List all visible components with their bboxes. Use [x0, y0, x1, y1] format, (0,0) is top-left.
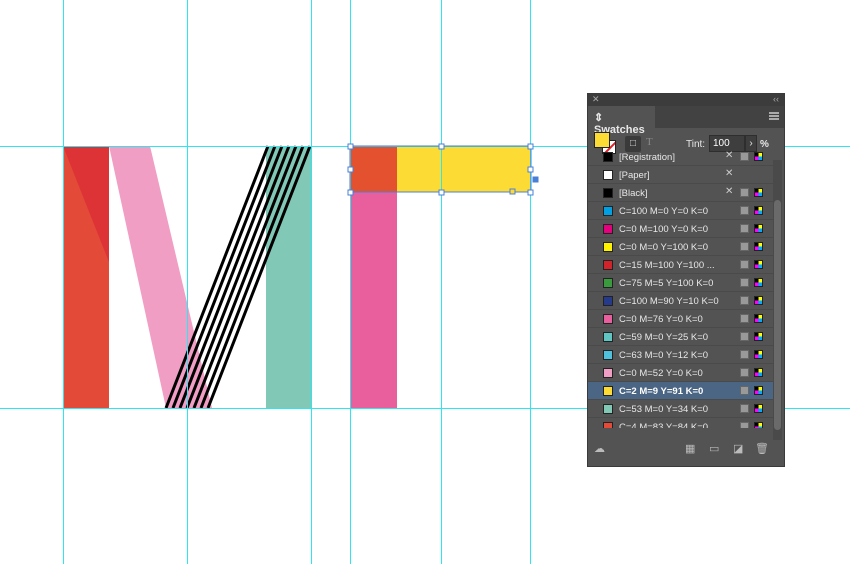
process-type-icon [740, 206, 749, 215]
swatch-row[interactable]: C=53 M=0 Y=34 K=0 [588, 400, 774, 418]
swatch-row[interactable]: C=0 M=100 Y=0 K=0 [588, 220, 774, 238]
new-swatch-icon[interactable]: ◪ [733, 442, 743, 455]
swatch-row[interactable]: C=15 M=100 Y=100 ... [588, 256, 774, 274]
swatch-color-chip [603, 260, 613, 270]
non-editable-icon: ✕ [725, 150, 734, 161]
process-type-icon [740, 350, 749, 359]
process-type-icon [740, 314, 749, 323]
cmyk-mode-icon [754, 332, 763, 341]
tab-swatches[interactable]: ⇕ Swatches [588, 106, 655, 136]
cmyk-mode-icon [754, 260, 763, 269]
swatch-color-chip [603, 242, 613, 252]
cmyk-mode-icon [754, 206, 763, 215]
swatch-color-chip [603, 188, 613, 198]
process-type-icon [740, 386, 749, 395]
swatch-name: C=100 M=0 Y=0 K=0 [619, 206, 709, 217]
swatch-color-chip [603, 332, 613, 342]
cmyk-mode-icon [754, 152, 763, 161]
swatch-row[interactable]: C=63 M=0 Y=12 K=0 [588, 346, 774, 364]
delete-swatch-icon[interactable]: 🗑 [755, 442, 769, 455]
cmyk-mode-icon [754, 278, 763, 287]
swatch-color-chip [603, 422, 613, 428]
cmyk-mode-icon [754, 368, 763, 377]
cmyk-mode-icon [754, 314, 763, 323]
swatch-row[interactable]: C=4 M=83 Y=84 K=0 [588, 418, 774, 428]
non-editable-icon: ✕ [725, 168, 734, 179]
swatch-color-chip [603, 152, 613, 162]
cmyk-mode-icon [754, 404, 763, 413]
swatch-name: [Black] [619, 188, 648, 199]
swatch-name: C=4 M=83 Y=84 K=0 [619, 422, 709, 428]
cc-libraries-icon[interactable]: ☁ [594, 442, 605, 455]
process-type-icon [740, 278, 749, 287]
swatch-row[interactable]: C=59 M=0 Y=25 K=0 [588, 328, 774, 346]
swatch-name: C=75 M=5 Y=100 K=0 [619, 278, 714, 289]
process-type-icon [740, 224, 749, 233]
fill-swatch[interactable] [594, 132, 610, 148]
swatch-name: C=0 M=52 Y=0 K=0 [619, 368, 703, 379]
process-type-icon [740, 422, 749, 428]
swatch-row[interactable]: C=100 M=90 Y=10 K=0 [588, 292, 774, 310]
close-icon[interactable]: ✕ [592, 94, 600, 105]
swatch-row[interactable]: C=0 M=76 Y=0 K=0 [588, 310, 774, 328]
swatch-color-chip [603, 350, 613, 360]
swatch-color-chip [603, 404, 613, 414]
process-type-icon [740, 188, 749, 197]
swatch-name: C=59 M=0 Y=25 K=0 [619, 332, 709, 343]
cmyk-mode-icon [754, 224, 763, 233]
swatch-name: C=0 M=76 Y=0 K=0 [619, 314, 703, 325]
swatch-row[interactable]: [Paper] ✕ [588, 166, 774, 184]
swatch-row[interactable]: C=75 M=5 Y=100 K=0 [588, 274, 774, 292]
cmyk-mode-icon [754, 422, 763, 428]
swatch-color-chip [603, 314, 613, 324]
process-type-icon [740, 296, 749, 305]
cmyk-mode-icon [754, 188, 763, 197]
swatch-name: C=100 M=90 Y=10 K=0 [619, 296, 719, 307]
swatch-row[interactable]: C=2 M=9 Y=91 K=0 [588, 382, 774, 400]
swatch-name: [Registration] [619, 152, 675, 163]
cmyk-mode-icon [754, 296, 763, 305]
cmyk-mode-icon [754, 386, 763, 395]
cmyk-mode-icon [754, 242, 763, 251]
swatch-name: [Paper] [619, 170, 650, 181]
panel-titlebar[interactable]: ✕ ‹‹ [588, 94, 784, 106]
swatch-color-chip [603, 386, 613, 396]
swatches-panel: ✕ ‹‹ ⇕ Swatches □ T Tint: 100 › % [Regist… [587, 93, 785, 467]
cmyk-mode-icon [754, 350, 763, 359]
swatch-name: C=53 M=0 Y=34 K=0 [619, 404, 709, 415]
process-type-icon [740, 332, 749, 341]
letter-t[interactable] [350, 146, 530, 408]
new-color-group-icon[interactable]: ▭ [709, 442, 719, 455]
swatch-name: C=0 M=0 Y=100 K=0 [619, 242, 709, 253]
process-type-icon [740, 260, 749, 269]
process-type-icon [740, 404, 749, 413]
process-type-icon [740, 152, 749, 161]
swatch-color-chip [603, 278, 613, 288]
non-editable-icon: ✕ [725, 186, 734, 197]
panel-menu-icon[interactable] [769, 112, 779, 120]
process-type-icon [740, 242, 749, 251]
swatch-color-chip [603, 224, 613, 234]
swatch-list: [Registration] ✕ [Paper] ✕ [Black] ✕ C=100 M=0… [588, 148, 774, 428]
swatch-name: C=0 M=100 Y=0 K=0 [619, 224, 709, 235]
swatch-name: C=2 M=9 Y=91 K=0 [619, 386, 704, 397]
swatch-color-chip [603, 296, 613, 306]
swatch-row[interactable]: [Registration] ✕ [588, 148, 774, 166]
swatch-row[interactable]: C=0 M=52 Y=0 K=0 [588, 364, 774, 382]
process-type-icon [740, 368, 749, 377]
swatch-row[interactable]: C=0 M=0 Y=100 K=0 [588, 238, 774, 256]
swatch-row[interactable]: [Black] ✕ [588, 184, 774, 202]
swatch-name: C=63 M=0 Y=12 K=0 [619, 350, 709, 361]
swatch-color-chip [603, 206, 613, 216]
swatch-views-icon[interactable]: ▦ [685, 442, 695, 455]
swatch-name: C=15 M=100 Y=100 ... [619, 260, 715, 271]
scrollbar[interactable] [773, 160, 782, 440]
swatch-color-chip [603, 170, 613, 180]
swatch-color-chip [603, 368, 613, 378]
swatch-row[interactable]: C=100 M=0 Y=0 K=0 [588, 202, 774, 220]
formatting-text-button[interactable]: T [646, 136, 653, 148]
collapse-icon[interactable]: ‹‹ [773, 94, 779, 104]
